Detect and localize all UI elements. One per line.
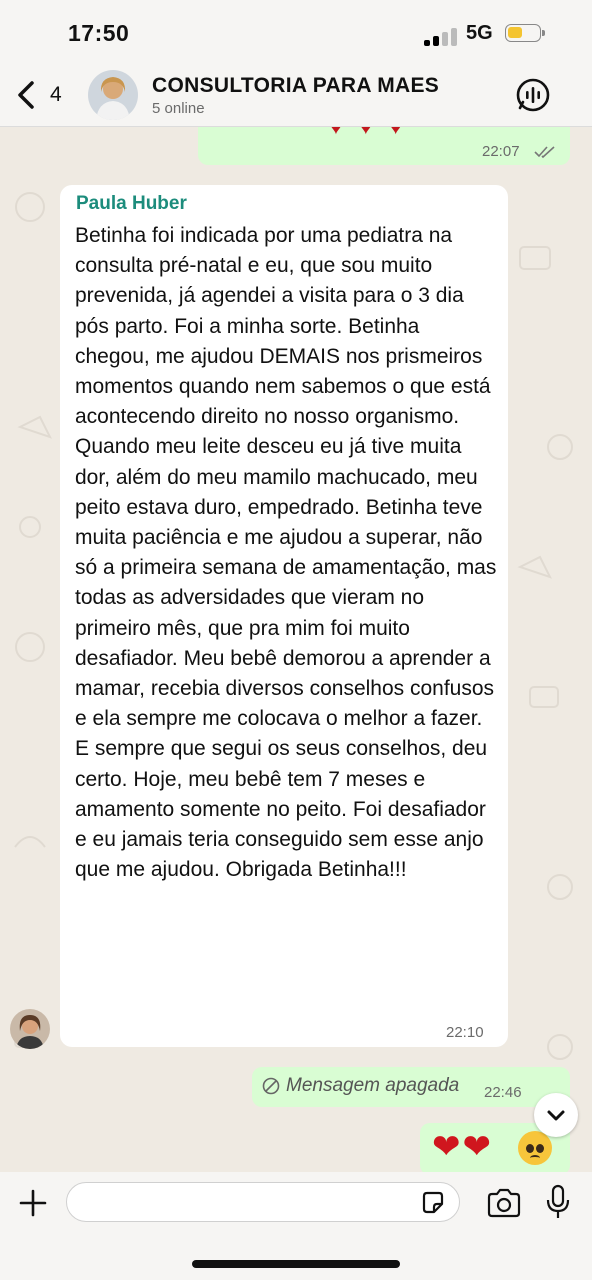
network-type: 5G — [466, 22, 493, 44]
signal-icon — [424, 26, 458, 46]
plus-icon[interactable] — [18, 1188, 48, 1218]
status-bar: 17:50 5G — [0, 0, 592, 66]
online-status: 5 online — [152, 100, 205, 117]
sticker-icon[interactable] — [420, 1190, 446, 1216]
message-time: 22:46 — [484, 1084, 522, 1101]
home-indicator — [192, 1260, 400, 1268]
group-avatar[interactable] — [88, 70, 138, 120]
battery-icon — [505, 24, 545, 42]
message-time: 22:07 — [482, 143, 520, 160]
message-text: Betinha foi indicada por uma pediatra na… — [75, 224, 497, 882]
hearts-emoji: ❤❤ — [432, 1128, 493, 1166]
deleted-message-text: Mensagem apagada — [286, 1075, 460, 1096]
chat-title[interactable]: CONSULTORIA PARA MAES — [152, 74, 439, 98]
hearts-partial: ♥♥♥ — [330, 127, 420, 139]
audio-call-icon[interactable] — [514, 76, 552, 114]
sender-name[interactable]: Paula Huber — [76, 193, 187, 215]
camera-icon[interactable] — [486, 1188, 522, 1218]
chevron-down-icon — [547, 1110, 565, 1121]
scroll-down-button[interactable] — [534, 1093, 578, 1137]
microphone-icon[interactable] — [546, 1184, 570, 1220]
message-input[interactable] — [66, 1182, 460, 1222]
unread-count[interactable]: 4 — [50, 83, 62, 107]
read-ticks-icon — [534, 146, 555, 159]
message-time: 22:10 — [446, 1024, 484, 1041]
blocked-icon — [262, 1077, 280, 1095]
back-chevron-icon[interactable] — [14, 80, 40, 110]
chat-header: 4 CONSULTORIA PARA MAES 5 online — [0, 66, 592, 127]
message-input-bar — [0, 1172, 592, 1280]
status-time: 17:50 — [68, 20, 130, 46]
chat-area[interactable]: ♥♥♥ 22:07 Paula Huber Betinha foi indica… — [0, 127, 592, 1172]
sender-avatar[interactable] — [10, 1009, 50, 1049]
